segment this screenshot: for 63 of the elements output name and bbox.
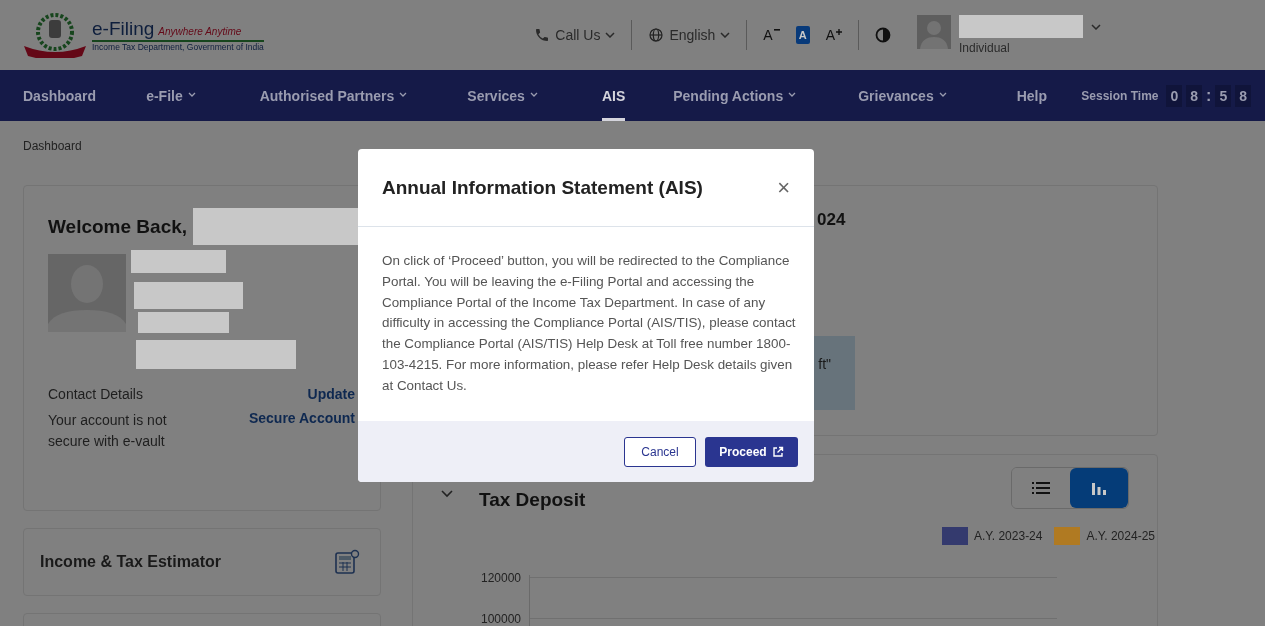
collapse-icon[interactable] — [441, 490, 453, 498]
axis-label: 120000 — [479, 570, 521, 585]
emblem-logo — [22, 12, 88, 58]
contrast-icon[interactable] — [875, 27, 891, 43]
nav-tab[interactable]: Dashboard — [23, 70, 97, 121]
nav-tab[interactable]: Services — [467, 70, 538, 121]
contact-details-label: Contact Details — [48, 386, 143, 402]
list-icon — [1032, 481, 1050, 495]
globe-icon — [648, 27, 665, 43]
cancel-button[interactable]: Cancel — [624, 436, 696, 467]
minus-icon — [773, 29, 780, 31]
vault-status-text: Your account is not secure with e-vault — [48, 411, 168, 451]
timer-digit: 8 — [1186, 84, 1203, 107]
avatar-icon — [917, 15, 951, 49]
legend-label: A.Y. 2024-25 — [1086, 529, 1155, 543]
caret-icon — [788, 92, 797, 97]
caret-icon — [187, 92, 196, 97]
chart-view-button[interactable] — [1070, 468, 1128, 508]
dialog-title: Annual Information Statement (AIS) — [382, 176, 703, 199]
timer-digit: 8 — [1235, 84, 1251, 107]
logo-title: e-Filing — [92, 18, 155, 40]
breadcrumb[interactable]: Dashboard — [23, 139, 82, 153]
plus-icon — [836, 29, 842, 35]
secure-account-link[interactable]: Secure Account — [248, 410, 355, 452]
calculator-icon — [334, 549, 360, 575]
call-us-button[interactable]: Call Us — [530, 27, 620, 43]
caret-icon — [529, 92, 538, 97]
session-label: Session Time — [1081, 88, 1159, 103]
welcome-heading: Welcome Back, — [48, 215, 188, 238]
estimator-title: Income & Tax Estimator — [40, 553, 222, 571]
caret-icon — [399, 92, 408, 97]
font-size-button[interactable]: A — [759, 26, 784, 44]
nav-tab[interactable]: Authorised Partners — [259, 70, 408, 121]
caret-icon — [720, 32, 731, 38]
estimator-card[interactable]: Income & Tax Estimator — [23, 528, 381, 596]
language-dropdown[interactable]: English — [644, 27, 735, 43]
timer-digit: 5 — [1215, 84, 1232, 107]
font-size-button[interactable]: A — [795, 26, 810, 44]
nav-tab[interactable]: Pending Actions — [673, 70, 797, 121]
caret-icon[interactable] — [1091, 24, 1101, 30]
external-link-icon — [771, 445, 784, 458]
caret-icon — [605, 32, 616, 38]
logo-subtitle: Income Tax Department, Government of India — [92, 42, 264, 52]
card-title: 024 — [817, 210, 846, 230]
logo-tagline: Anywhere Anytime — [158, 26, 242, 37]
nav-tab[interactable]: Help — [1016, 70, 1048, 121]
timer-separator: : — [1206, 86, 1212, 105]
tax-deposit-title: Tax Deposit — [479, 489, 587, 511]
close-button[interactable]: × — [773, 174, 794, 201]
caret-icon — [938, 92, 947, 97]
timer-digit: 0 — [1166, 84, 1183, 107]
phone-icon — [534, 27, 551, 43]
nav-tab[interactable]: e-File — [146, 70, 196, 121]
nav-tab[interactable]: AIS — [601, 70, 626, 121]
update-link[interactable]: Update — [307, 386, 355, 402]
proceed-button[interactable]: Proceed — [705, 436, 798, 467]
user-role: Individual — [959, 41, 1011, 55]
nav-tab[interactable]: Grievances — [858, 70, 947, 121]
avatar-icon — [48, 254, 126, 332]
bar-chart-icon — [1091, 481, 1107, 495]
font-size-button[interactable]: A — [821, 26, 846, 44]
legend-label: A.Y. 2023-24 — [973, 529, 1043, 543]
axis-label: 100000 — [479, 611, 521, 626]
